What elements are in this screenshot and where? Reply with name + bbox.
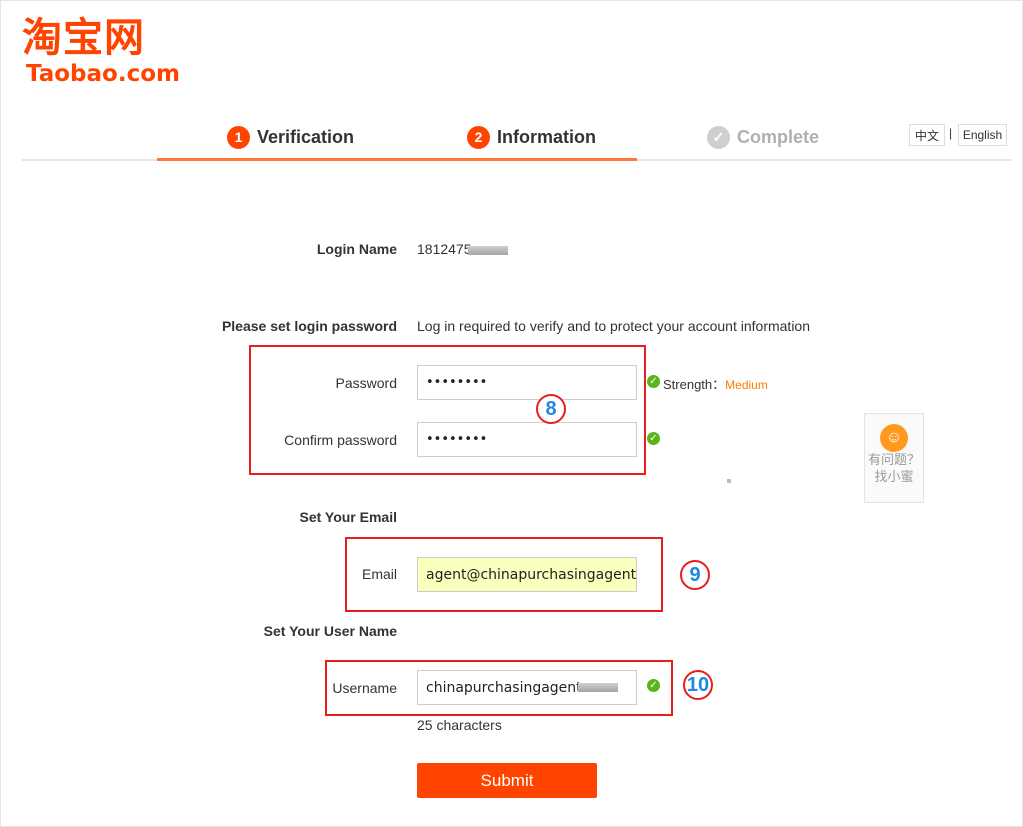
annotation-box-password — [249, 345, 646, 475]
annotation-badge-8: 8 — [536, 394, 566, 424]
step-number-2: 2 — [467, 125, 490, 149]
strength-label: Strength： — [663, 377, 726, 392]
redaction-blur — [467, 245, 508, 255]
login-name-label: Login Name — [316, 241, 397, 257]
step-label-information: Information — [497, 126, 596, 147]
email-section-label: Set Your Email — [299, 509, 397, 525]
annotation-badge-9: 9 — [680, 560, 710, 590]
progress-fill — [157, 158, 637, 161]
stray-dot — [727, 479, 731, 483]
taobao-logo-cn[interactable]: 淘宝网 — [22, 14, 145, 62]
annotation-badge-10: 10 — [683, 670, 713, 700]
password-section-label: Please set login password — [221, 318, 397, 334]
step-label-verification: Verification — [257, 126, 355, 147]
assistant-face-icon: ☺ — [880, 424, 908, 452]
strength-value: Medium — [725, 378, 768, 392]
step-information: 2 Information — [467, 124, 596, 150]
step-verification: 1 Verification — [227, 124, 354, 150]
password-strength: Strength：Medium — [663, 374, 768, 393]
password-section-note: Log in required to verify and to protect… — [417, 318, 810, 334]
annotation-box-email — [345, 537, 663, 612]
step-number-1: 1 — [227, 125, 250, 149]
step-label-complete: Complete — [737, 126, 820, 147]
submit-button[interactable]: Submit — [417, 763, 597, 798]
lang-separator: | — [949, 126, 953, 140]
help-widget[interactable]: ☺ 有问题？ 找小蜜 — [864, 413, 924, 503]
lang-english-button[interactable]: English — [958, 124, 1007, 146]
login-name-value: 1812475 — [417, 241, 508, 257]
annotation-box-username — [325, 660, 673, 716]
username-hint: 25 characters — [417, 717, 502, 733]
step-complete: ✓ Complete — [707, 124, 819, 150]
check-icon: ✓ — [647, 432, 660, 445]
lang-chinese-button[interactable]: 中文 — [909, 124, 945, 146]
help-widget-line2: 找小蜜 — [874, 470, 914, 485]
taobao-logo-en[interactable]: Taobao.com — [26, 60, 180, 88]
username-section-label: Set Your User Name — [263, 623, 397, 639]
login-name-text: 1812475 — [417, 241, 472, 257]
check-icon: ✓ — [707, 125, 730, 149]
check-icon: ✓ — [647, 375, 660, 388]
help-widget-line1: 有问题？ — [867, 453, 920, 468]
